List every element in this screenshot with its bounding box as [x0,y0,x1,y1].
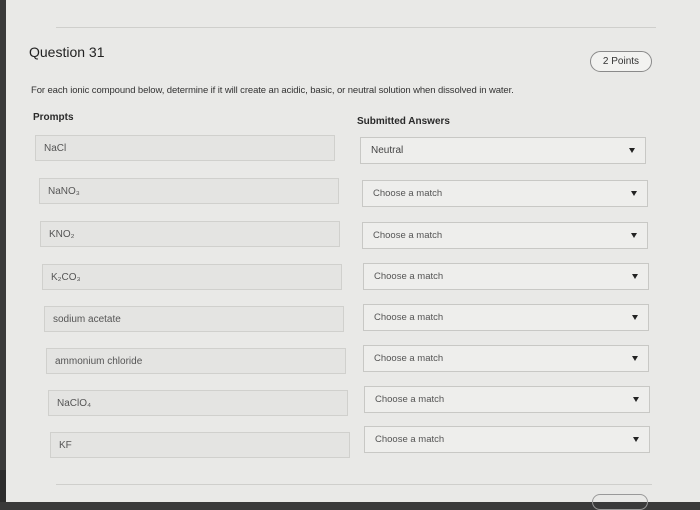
prompt-item: K₂CO₃ [42,264,342,290]
prompt-label: NaCl [44,143,67,154]
prompt-label: NaClO₄ [57,398,92,409]
chevron-down-icon [632,356,638,361]
answer-selected-value: Choose a match [373,230,443,241]
prompt-item: NaCl [35,135,335,161]
answer-selected-value: Choose a match [375,434,445,445]
prompt-item: NaNO₃ [39,178,339,204]
question-title: Question 31 [29,44,105,60]
answer-dropdown[interactable]: Choose a match [364,386,650,413]
answer-dropdown[interactable]: Choose a match [364,426,650,453]
chevron-down-icon [629,148,635,153]
prompt-label: sodium acetate [53,314,121,325]
prompts-column-header: Prompts [33,112,74,123]
answer-selected-value: Choose a match [374,271,444,282]
chevron-down-icon [632,274,638,279]
answer-selected-value: Choose a match [374,312,444,323]
question-instructions: For each ionic compound below, determine… [31,85,514,96]
answer-selected-value: Choose a match [374,353,444,364]
points-badge: 2 Points [590,51,652,72]
answer-dropdown[interactable]: Choose a match [363,263,649,290]
chevron-down-icon [633,437,639,442]
prompt-item: KNO₂ [40,221,340,247]
top-divider [56,27,656,28]
answer-dropdown[interactable]: Choose a match [363,345,649,372]
answer-selected-value: Choose a match [373,188,443,199]
chevron-down-icon [632,315,638,320]
prompt-item: ammonium chloride [46,348,346,374]
answer-dropdown[interactable]: Choose a match [363,304,649,331]
answer-dropdown[interactable]: Choose a match [362,222,648,249]
answer-dropdown[interactable]: Neutral [360,137,646,164]
prompt-label: K₂CO₃ [51,272,81,283]
prompt-item: sodium acetate [44,306,344,332]
next-points-badge [592,494,648,510]
prompt-label: NaNO₃ [48,186,80,197]
prompt-label: KNO₂ [49,229,75,240]
prompt-item: NaClO₄ [48,390,348,416]
prompt-label: KF [59,440,72,451]
chevron-down-icon [631,191,637,196]
prompt-label: ammonium chloride [55,356,143,367]
chevron-down-icon [631,233,637,238]
answer-dropdown[interactable]: Choose a match [362,180,648,207]
answers-column-header: Submitted Answers [357,116,450,127]
next-question-divider [56,484,652,503]
prompt-item: KF [50,432,350,458]
answer-selected-value: Choose a match [375,394,445,405]
answer-selected-value: Neutral [371,145,404,156]
chevron-down-icon [633,397,639,402]
quiz-page: Question 31 2 Points For each ionic comp… [6,0,700,510]
